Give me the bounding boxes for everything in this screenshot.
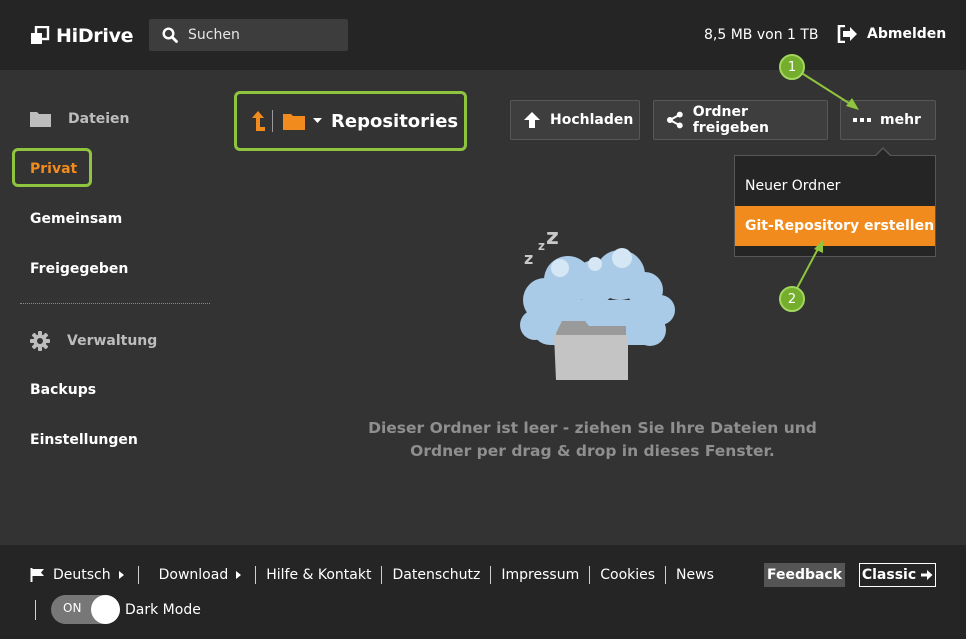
feedback-button[interactable]: Feedback xyxy=(764,563,845,587)
sleep-z-small: z xyxy=(524,249,533,268)
logout-label: Abmelden xyxy=(867,26,947,42)
logout-button[interactable]: Abmelden xyxy=(837,25,946,43)
sidebar-item-privat[interactable]: Privat xyxy=(30,161,77,177)
sidebar-heading-admin[interactable]: Verwaltung xyxy=(30,331,157,351)
sleep-z-large: z xyxy=(546,225,559,250)
storage-quota: 8,5 MB von 1 TB xyxy=(704,27,819,43)
empty-folder-illustration: z z z xyxy=(520,225,675,380)
sidebar-item-freigegeben[interactable]: Freigegeben xyxy=(30,261,128,277)
search-icon xyxy=(162,27,178,43)
sidebar-heading-files-label: Dateien xyxy=(68,110,130,127)
footer-separator xyxy=(137,566,139,584)
menu-item-new-folder[interactable]: Neuer Ordner xyxy=(735,166,935,206)
current-folder-title: Repositories xyxy=(331,110,459,132)
arrow-right-icon xyxy=(921,570,933,580)
sidebar-item-gemeinsam[interactable]: Gemeinsam xyxy=(30,211,122,227)
footer-separator xyxy=(381,566,383,584)
more-dots-icon xyxy=(853,118,871,122)
search-box[interactable]: Suchen xyxy=(149,19,348,51)
logout-icon xyxy=(837,25,857,43)
footer-separator xyxy=(490,566,492,584)
toggle-knob xyxy=(91,595,120,624)
dark-mode-label: Dark Mode xyxy=(125,601,201,618)
main-content: Repositories Hochladen Ordner freigeben … xyxy=(220,70,966,545)
footer: Deutsch Download Hilfe & Kontakt Datensc… xyxy=(0,545,966,639)
sidebar: Dateien Privat Gemeinsam Freigegeben Ver… xyxy=(0,70,220,545)
classic-view-label: Classic xyxy=(861,567,917,583)
share-folder-label: Ordner freigeben xyxy=(692,104,770,136)
language-selector[interactable]: Deutsch xyxy=(53,567,111,583)
upload-label: Hochladen xyxy=(550,112,634,128)
footer-link-imprint[interactable]: Impressum xyxy=(501,567,579,583)
hidrive-logo-icon xyxy=(31,26,50,44)
empty-message-line2: Ordner per drag & drop in dieses Fenster… xyxy=(410,442,775,460)
sidebar-heading-admin-label: Verwaltung xyxy=(67,333,158,349)
upload-arrow-icon xyxy=(524,112,540,128)
menu-item-create-git-repository[interactable]: Git-Repository erstellen xyxy=(735,206,935,246)
sleep-z-tiny: z xyxy=(538,239,545,253)
flag-icon xyxy=(30,568,44,582)
folder-icon xyxy=(30,112,51,127)
folder-icon[interactable] xyxy=(283,112,305,130)
footer-separator xyxy=(255,566,257,584)
more-label: mehr xyxy=(880,112,921,128)
download-caret-icon[interactable] xyxy=(236,571,242,579)
share-folder-button[interactable]: Ordner freigeben xyxy=(653,100,828,140)
share-icon xyxy=(666,111,683,129)
dark-mode-toggle[interactable]: ON xyxy=(51,595,120,624)
language-caret-icon[interactable] xyxy=(118,571,124,579)
footer-link-news[interactable]: News xyxy=(676,567,714,583)
dark-mode-row: ON Dark Mode xyxy=(35,595,201,624)
hidrive-logo[interactable]: HiDrive xyxy=(30,24,134,48)
footer-link-privacy[interactable]: Datenschutz xyxy=(392,567,480,583)
breadcrumb-separator xyxy=(272,110,273,132)
empty-folder-message: Dieser Ordner ist leer - ziehen Sie Ihre… xyxy=(360,417,825,463)
more-button[interactable]: mehr xyxy=(840,100,936,140)
breadcrumb: Repositories xyxy=(234,91,467,151)
footer-separator xyxy=(589,566,591,584)
dropdown-pointer-inner xyxy=(875,149,891,157)
top-bar: HiDrive Suchen 8,5 MB von 1 TB Abmelden xyxy=(0,0,966,70)
chevron-down-icon[interactable] xyxy=(313,118,322,124)
footer-link-help[interactable]: Hilfe & Kontakt xyxy=(266,567,371,583)
more-dropdown-menu: Neuer Ordner Git-Repository erstellen xyxy=(734,155,936,257)
search-input[interactable]: Suchen xyxy=(188,27,240,43)
gear-icon xyxy=(30,331,50,351)
footer-separator xyxy=(665,566,667,584)
footer-links: Deutsch Download Hilfe & Kontakt Datensc… xyxy=(30,566,714,584)
sidebar-divider xyxy=(20,303,210,304)
footer-link-cookies[interactable]: Cookies xyxy=(600,567,655,583)
sidebar-item-einstellungen[interactable]: Einstellungen xyxy=(30,432,138,448)
toggle-state-label: ON xyxy=(63,601,82,615)
sidebar-heading-files[interactable]: Dateien xyxy=(30,110,130,127)
upload-button[interactable]: Hochladen xyxy=(510,100,640,140)
parent-folder-arrow-icon[interactable] xyxy=(251,110,265,132)
brand-name: HiDrive xyxy=(56,25,134,47)
footer-link-download[interactable]: Download xyxy=(159,567,229,583)
classic-view-button[interactable]: Classic xyxy=(859,563,936,587)
empty-message-line1: Dieser Ordner ist leer - ziehen Sie Ihre… xyxy=(368,419,817,437)
footer-separator xyxy=(35,599,36,620)
annotation-badge-1: 1 xyxy=(779,54,805,80)
annotation-badge-2: 2 xyxy=(779,286,805,312)
sidebar-item-backups[interactable]: Backups xyxy=(30,382,96,398)
